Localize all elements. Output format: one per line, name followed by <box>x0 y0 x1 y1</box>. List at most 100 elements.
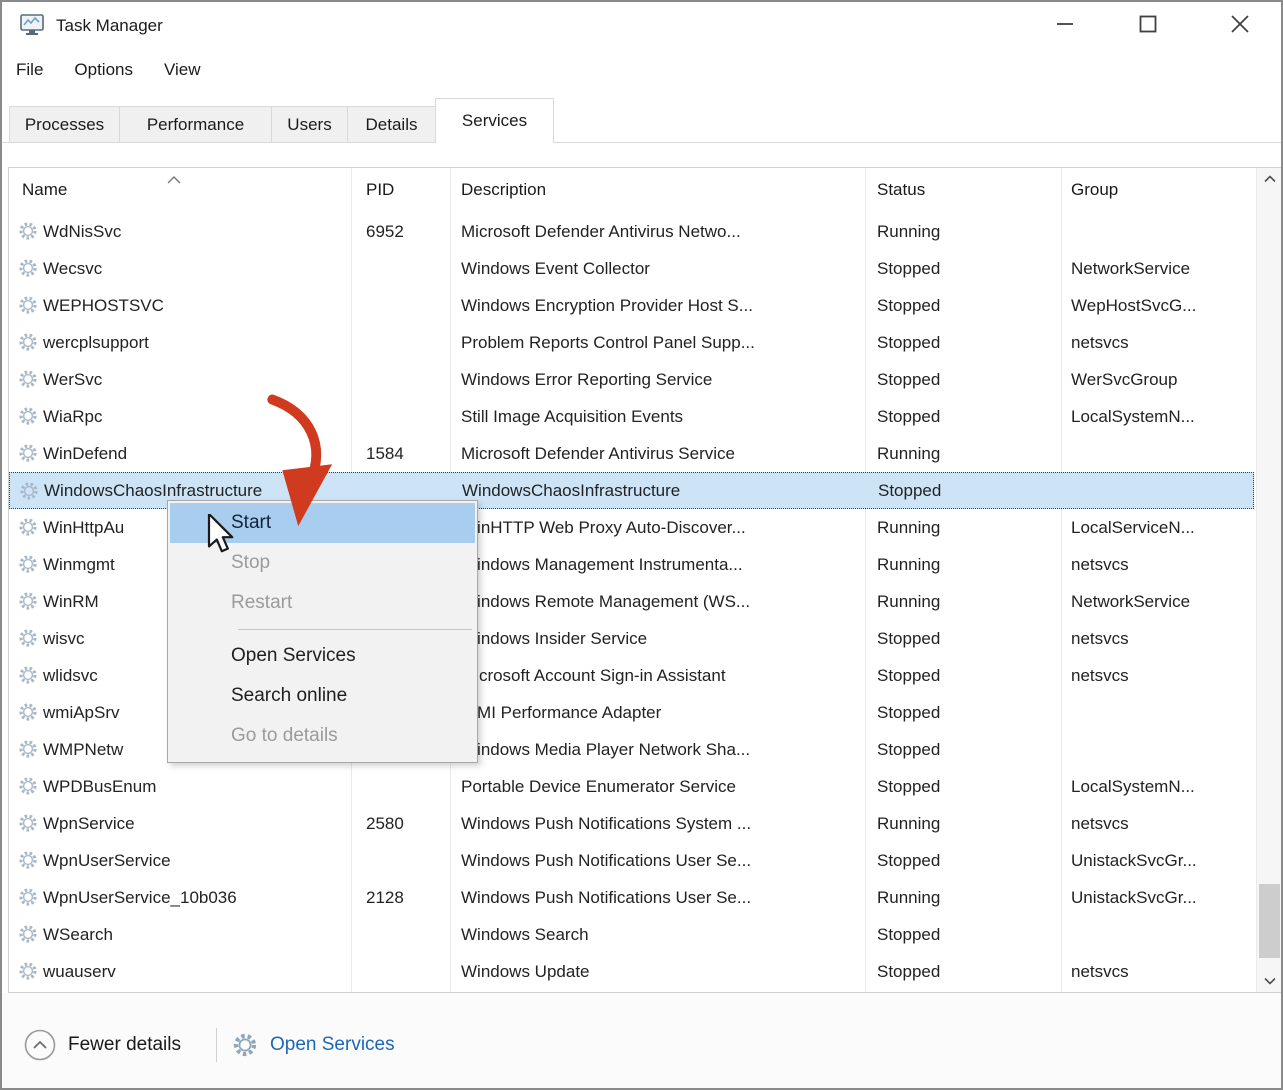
cell-group: netsvcs <box>1071 555 1129 575</box>
service-gear-icon <box>17 886 39 913</box>
table-row[interactable]: WSearch Windows Search Stopped <box>9 916 1254 953</box>
menu-options[interactable]: Options <box>74 60 133 80</box>
tab-details[interactable]: Details <box>347 106 436 143</box>
cell-name: wuauserv <box>43 962 116 982</box>
cell-status: Stopped <box>877 333 940 353</box>
cell-description: Windows Push Notifications System ... <box>461 814 751 834</box>
table-row[interactable]: WerSvc Windows Error Reporting Service S… <box>9 361 1254 398</box>
close-button[interactable] <box>1215 2 1265 46</box>
table-row[interactable]: WpnUserService_10b036 2128 Windows Push … <box>9 879 1254 916</box>
context-menu: StartStopRestartOpen ServicesSearch onli… <box>167 500 478 763</box>
table-row[interactable]: WpnUserService Windows Push Notification… <box>9 842 1254 879</box>
vertical-scrollbar[interactable] <box>1256 168 1282 992</box>
cell-status: Running <box>877 555 940 575</box>
cell-name: WinDefend <box>43 444 127 464</box>
cell-description: Portable Device Enumerator Service <box>461 777 736 797</box>
cell-description: Microsoft Defender Antivirus Netwo... <box>461 222 741 242</box>
cell-name: WdNisSvc <box>43 222 121 242</box>
scrollbar-thumb[interactable] <box>1259 884 1280 958</box>
menu-separator <box>238 629 472 630</box>
table-row[interactable]: WPDBusEnum Portable Device Enumerator Se… <box>9 768 1254 805</box>
cell-description: Windows Event Collector <box>461 259 650 279</box>
cell-group: netsvcs <box>1071 333 1129 353</box>
cell-status: Running <box>877 814 940 834</box>
scroll-down-button[interactable] <box>1257 970 1282 992</box>
tabstrip: ProcessesPerformanceUsersDetailsServices <box>9 98 553 144</box>
cell-group: LocalSystemN... <box>1071 407 1195 427</box>
column-header-group[interactable]: Group <box>1071 180 1118 200</box>
column-header-status[interactable]: Status <box>877 180 925 200</box>
cell-description: Windows Search <box>461 925 589 945</box>
service-gear-icon <box>17 738 39 765</box>
cell-status: Stopped <box>877 925 940 945</box>
cell-status: Stopped <box>877 962 940 982</box>
cell-status: Stopped <box>877 370 940 390</box>
table-row[interactable]: wuauserv Windows Update Stopped netsvcs <box>9 953 1254 990</box>
service-gear-icon <box>17 294 39 321</box>
sort-ascending-icon <box>167 169 181 189</box>
service-gear-icon <box>17 849 39 876</box>
service-gear-icon <box>17 627 39 654</box>
menu-item-search-online[interactable]: Search online <box>168 676 477 716</box>
menubar: File Options View <box>16 60 232 90</box>
cell-status: Running <box>877 888 940 908</box>
cell-pid: 2128 <box>366 888 404 908</box>
cell-status: Running <box>877 518 940 538</box>
scroll-up-button[interactable] <box>1257 168 1282 190</box>
fewer-details-button[interactable]: Fewer details <box>68 1034 181 1056</box>
cell-group: netsvcs <box>1071 814 1129 834</box>
cell-status: Stopped <box>877 851 940 871</box>
cell-group: netsvcs <box>1071 666 1129 686</box>
service-gear-icon <box>17 960 39 987</box>
minimize-button[interactable] <box>1040 2 1090 46</box>
cell-status: Stopped <box>877 666 940 686</box>
cell-status: Stopped <box>877 703 940 723</box>
cell-description: Windows Media Player Network Sha... <box>461 740 750 760</box>
open-services-link[interactable]: Open Services <box>270 1034 395 1056</box>
service-gear-icon <box>17 368 39 395</box>
tab-services[interactable]: Services <box>435 98 554 143</box>
cell-name: WpnUserService_10b036 <box>43 888 237 908</box>
cell-name: WiaRpc <box>43 407 103 427</box>
cell-description: Windows Update <box>461 962 590 982</box>
menu-view[interactable]: View <box>164 60 201 80</box>
table-row[interactable]: WdNisSvc 6952 Microsoft Defender Antivir… <box>9 213 1254 250</box>
cell-status: Stopped <box>877 629 940 649</box>
service-gear-icon <box>17 701 39 728</box>
cell-description: WindowsChaosInfrastructure <box>462 481 680 501</box>
table-row[interactable]: Wecsvc Windows Event Collector Stopped N… <box>9 250 1254 287</box>
column-header-pid[interactable]: PID <box>366 180 394 200</box>
cell-status: Stopped <box>877 777 940 797</box>
table-row[interactable]: WiaRpc Still Image Acquisition Events St… <box>9 398 1254 435</box>
cell-pid: 1584 <box>366 444 404 464</box>
table-row[interactable]: WpnService 2580 Windows Push Notificatio… <box>9 805 1254 842</box>
cell-name: wisvc <box>43 629 85 649</box>
cell-group: netsvcs <box>1071 629 1129 649</box>
service-gear-icon <box>17 220 39 247</box>
maximize-button[interactable] <box>1123 2 1173 46</box>
window-title: Task Manager <box>56 16 163 36</box>
footer-bar: Fewer details Open Services <box>2 993 1281 1090</box>
column-header-description[interactable]: Description <box>461 180 546 200</box>
menu-file[interactable]: File <box>16 60 43 80</box>
cell-pid: 6952 <box>366 222 404 242</box>
service-gear-icon <box>17 257 39 284</box>
menu-item-open-services[interactable]: Open Services <box>168 636 477 676</box>
title-bar: Task Manager <box>2 2 1281 52</box>
table-row[interactable]: wercplsupport Problem Reports Control Pa… <box>9 324 1254 361</box>
cell-status: Stopped <box>877 296 940 316</box>
tab-users[interactable]: Users <box>271 106 348 143</box>
cell-name: wmiApSrv <box>43 703 120 723</box>
services-gear-icon <box>230 1030 260 1065</box>
cell-name: WPDBusEnum <box>43 777 156 797</box>
column-header-name[interactable]: Name <box>22 180 67 200</box>
tab-performance[interactable]: Performance <box>119 106 272 143</box>
tab-processes[interactable]: Processes <box>9 106 120 143</box>
cell-group: UnistackSvcGr... <box>1071 851 1197 871</box>
table-row[interactable]: WEPHOSTSVC Windows Encryption Provider H… <box>9 287 1254 324</box>
cell-group: NetworkService <box>1071 259 1190 279</box>
cell-group: LocalServiceN... <box>1071 518 1195 538</box>
cell-name: wlidsvc <box>43 666 98 686</box>
table-row[interactable]: WinDefend 1584 Microsoft Defender Antivi… <box>9 435 1254 472</box>
menu-item-start[interactable]: Start <box>170 503 475 543</box>
